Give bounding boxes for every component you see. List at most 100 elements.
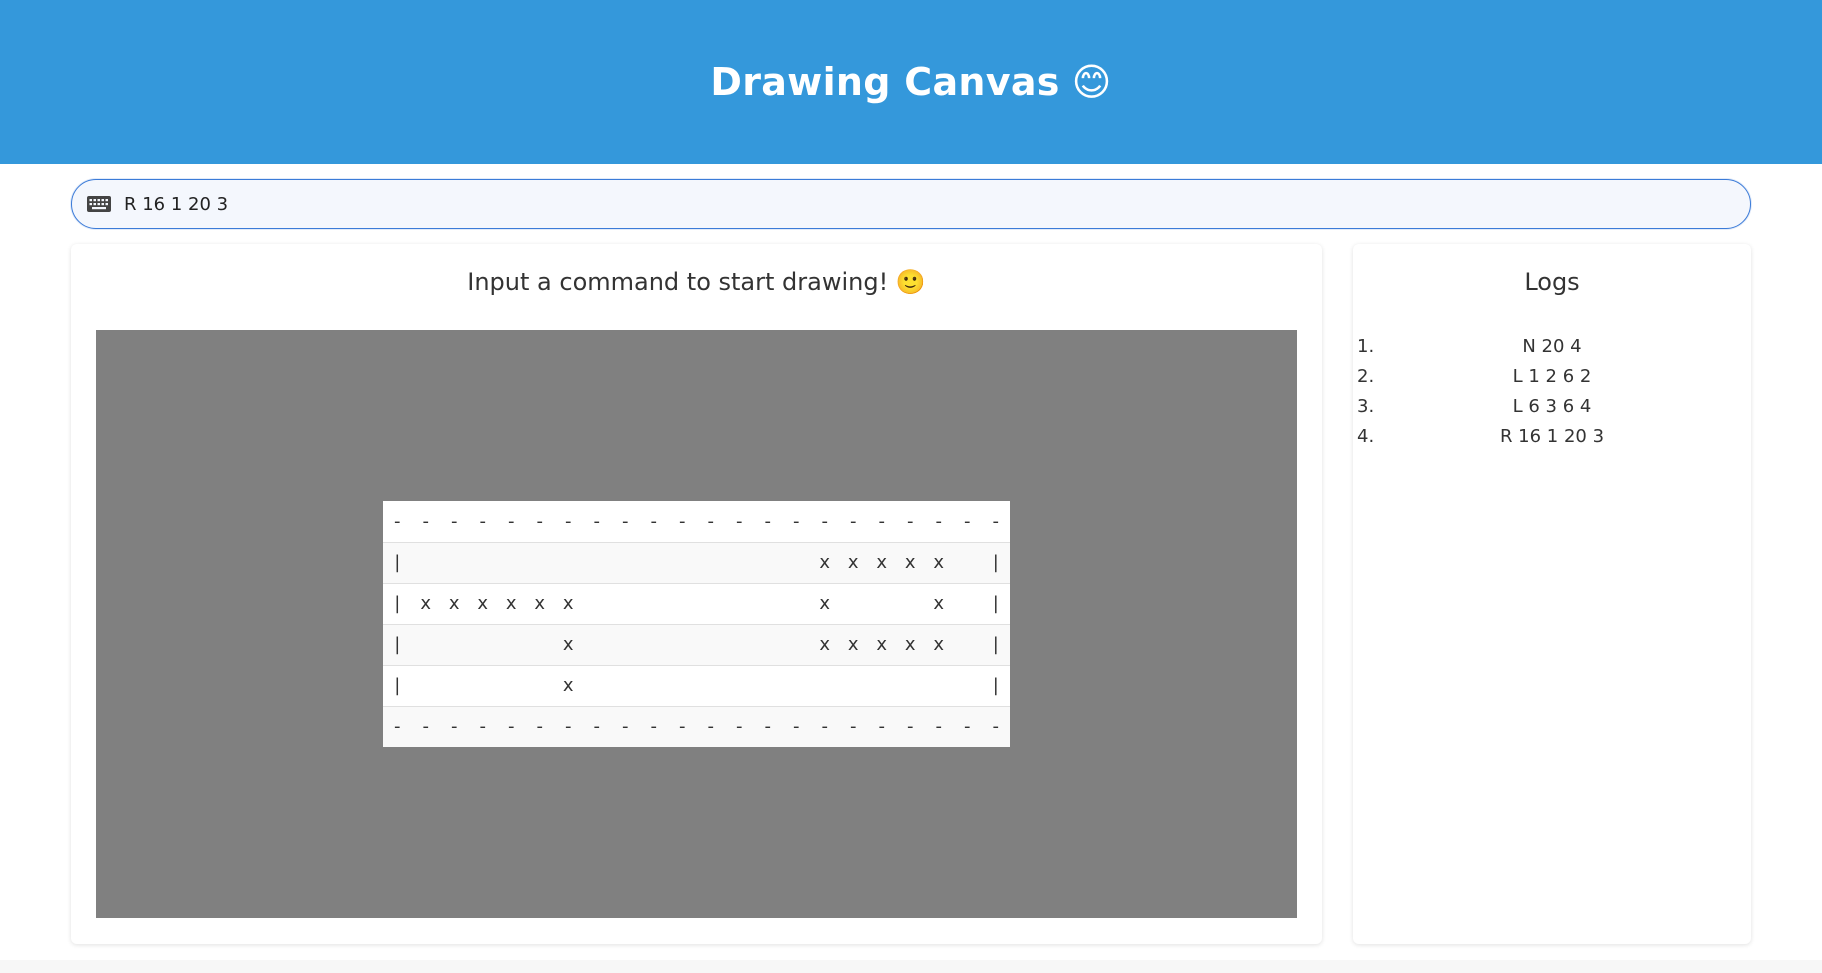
grid-cell: - bbox=[497, 705, 526, 747]
grid-row: | x x x x x | bbox=[383, 541, 1010, 583]
grid-cell bbox=[497, 623, 526, 665]
grid-cell bbox=[896, 664, 925, 706]
grid-cell: x bbox=[440, 582, 469, 624]
app-title: Drawing Canvas 😊 bbox=[710, 60, 1111, 104]
grid-cell: x bbox=[554, 582, 583, 624]
grid-cell: - bbox=[878, 510, 886, 532]
grid-cell: - bbox=[764, 510, 772, 532]
grid-cell bbox=[582, 623, 611, 665]
grid-cell: - bbox=[953, 705, 982, 747]
grid-cell: x bbox=[924, 541, 953, 583]
keyboard-icon bbox=[87, 196, 111, 212]
grid-cell: - bbox=[565, 510, 572, 532]
grid-cell: - bbox=[839, 705, 868, 747]
grid-cell: | bbox=[383, 582, 412, 624]
grid-cell: x bbox=[411, 582, 440, 624]
grid-cell bbox=[582, 664, 611, 706]
grid-cell bbox=[611, 541, 640, 583]
grid-cell: - bbox=[736, 510, 743, 532]
grid-cell: | bbox=[981, 623, 1010, 665]
grid-cell bbox=[753, 582, 782, 624]
grid-cell bbox=[611, 664, 640, 706]
grid-cell: - bbox=[411, 705, 440, 747]
grid-cell: - bbox=[508, 510, 515, 532]
grid-cell bbox=[411, 664, 440, 706]
grid-cell bbox=[440, 623, 469, 665]
grid-cell: - bbox=[981, 705, 1010, 747]
grid-cell: | bbox=[383, 541, 412, 583]
grid-cell: x bbox=[497, 582, 526, 624]
grid-cell bbox=[953, 623, 982, 665]
command-bar[interactable] bbox=[71, 179, 1751, 229]
grid-cell: x bbox=[896, 623, 925, 665]
grid-cell bbox=[725, 664, 754, 706]
grid-cell bbox=[839, 664, 868, 706]
log-item: 2. L 1 2 6 2 bbox=[1353, 362, 1751, 392]
grid-cell: - bbox=[810, 705, 839, 747]
grid-cell bbox=[440, 541, 469, 583]
log-item: 1. N 20 4 bbox=[1353, 332, 1751, 362]
grid-cell bbox=[497, 541, 526, 583]
grid-cell bbox=[668, 664, 697, 706]
grid-cell: - bbox=[821, 510, 829, 532]
grid-cell bbox=[582, 582, 611, 624]
grid-row: ---------------------- bbox=[383, 501, 1010, 542]
log-text: L 1 2 6 2 bbox=[1512, 366, 1592, 387]
grid-cell bbox=[668, 623, 697, 665]
grid-cell: - bbox=[440, 705, 469, 747]
log-item: 4. R 16 1 20 3 bbox=[1353, 422, 1751, 452]
grid-cell bbox=[867, 582, 896, 624]
grid-cell bbox=[696, 541, 725, 583]
grid-cell: | bbox=[383, 623, 412, 665]
grid-cell bbox=[867, 664, 896, 706]
grid-cell: - bbox=[850, 510, 857, 532]
grid-cell: x bbox=[839, 623, 868, 665]
grid-cell bbox=[725, 582, 754, 624]
grid-cell: x bbox=[525, 582, 554, 624]
grid-cell: - bbox=[525, 705, 554, 747]
grid-cell bbox=[782, 623, 811, 665]
grid-cell: - bbox=[924, 705, 953, 747]
grid-cell bbox=[668, 582, 697, 624]
grid-row: | x x x x x x | bbox=[383, 623, 1010, 665]
grid-cell: x bbox=[554, 623, 583, 665]
smiling-face-icon: 😊 bbox=[1071, 60, 1112, 104]
grid-cell: x bbox=[896, 541, 925, 583]
grid-cell: - bbox=[668, 705, 697, 747]
grid-cell bbox=[896, 582, 925, 624]
log-number: 4. bbox=[1357, 426, 1375, 447]
grid-cell bbox=[753, 664, 782, 706]
grid-cell: - bbox=[554, 705, 583, 747]
grid-cell: - bbox=[992, 510, 1000, 532]
grid-cell bbox=[696, 623, 725, 665]
grid-cell bbox=[440, 664, 469, 706]
grid-cell: - bbox=[422, 510, 430, 532]
grid-cell bbox=[953, 582, 982, 624]
grid-cell bbox=[639, 623, 668, 665]
grid-cell: x bbox=[810, 541, 839, 583]
grid-cell bbox=[924, 664, 953, 706]
grid-row: | x | bbox=[383, 664, 1010, 706]
app-header: Drawing Canvas 😊 bbox=[0, 0, 1822, 164]
grid-cell: | bbox=[981, 541, 1010, 583]
grid-cell: - bbox=[468, 705, 497, 747]
logs-title: Logs bbox=[1524, 268, 1580, 296]
grid-cell: x bbox=[924, 623, 953, 665]
grid-cell: x bbox=[924, 582, 953, 624]
grid-cell: - bbox=[479, 510, 487, 532]
grid-cell bbox=[696, 582, 725, 624]
grid-cell: | bbox=[981, 664, 1010, 706]
grid-cell: - bbox=[639, 705, 668, 747]
command-input[interactable] bbox=[124, 184, 1624, 224]
grid-cell: - bbox=[451, 510, 458, 532]
grid-cell bbox=[468, 664, 497, 706]
grid-cell bbox=[782, 664, 811, 706]
log-item: 3. L 6 3 6 4 bbox=[1353, 392, 1751, 422]
ascii-grid: - - - - - - - - - - - - - - - - - - - - - - | x x x x x | | x x x x x x x x | |… bbox=[383, 501, 1010, 747]
grid-cell bbox=[611, 623, 640, 665]
grid-row: | x x x x x x x x | bbox=[383, 582, 1010, 624]
grid-cell: x bbox=[867, 623, 896, 665]
grid-cell: - bbox=[867, 705, 896, 747]
grid-cell bbox=[753, 541, 782, 583]
grid-cell bbox=[611, 582, 640, 624]
